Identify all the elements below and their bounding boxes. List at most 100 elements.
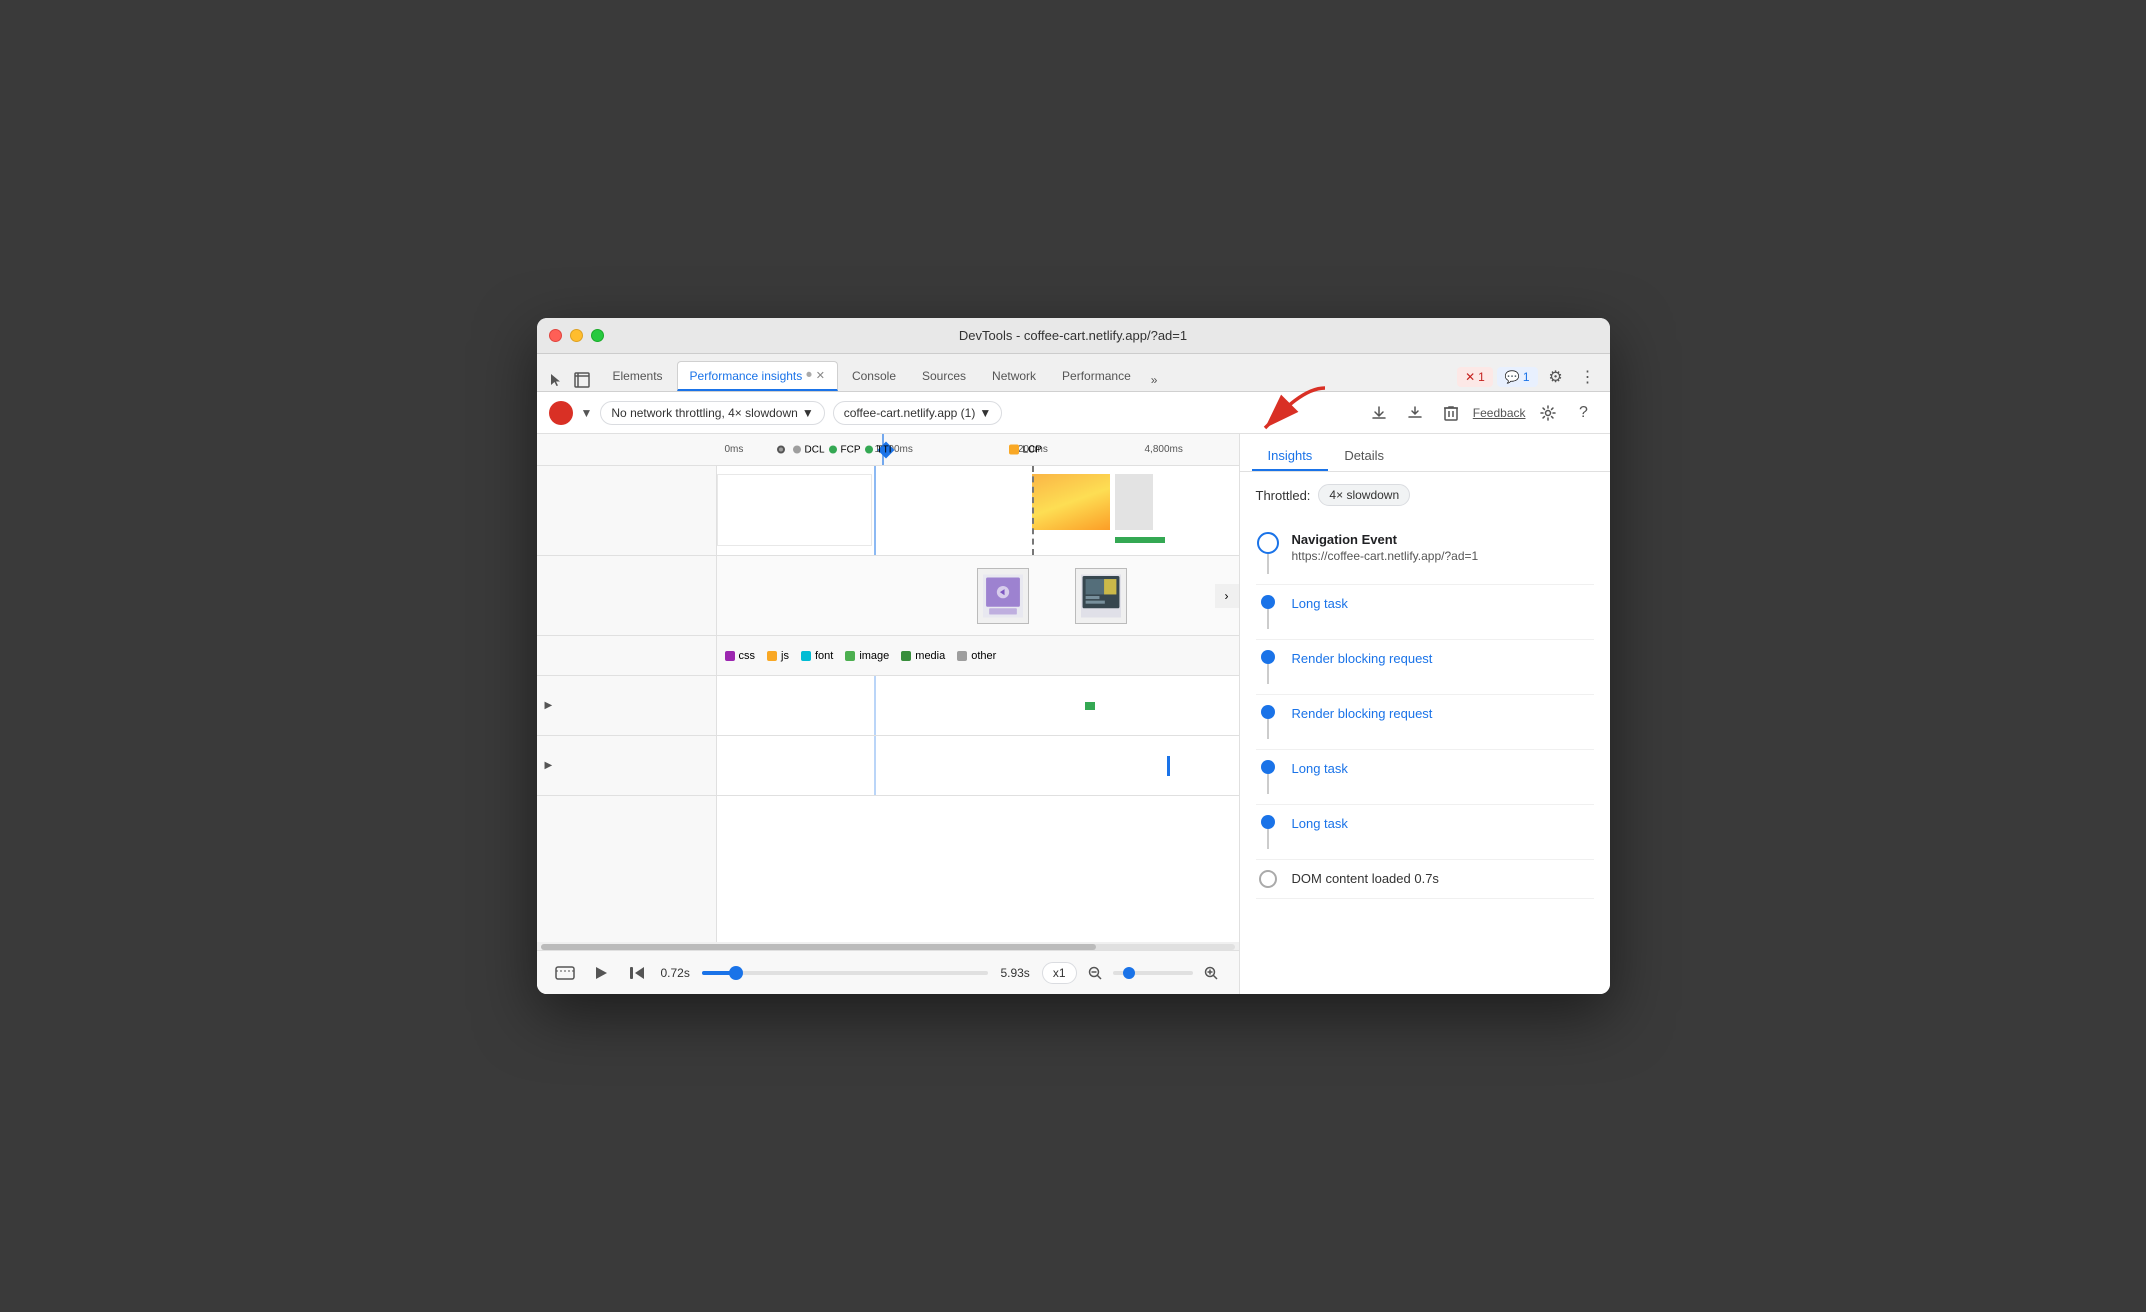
export-icon[interactable] — [1365, 399, 1393, 427]
zoom-out-icon[interactable] — [1083, 961, 1107, 985]
timeline-body: ▶ ▶ — [537, 466, 1239, 942]
tab-performance-insights[interactable]: Performance insights ⏺ ✕ — [677, 361, 838, 391]
tab-close-icon[interactable]: ✕ — [816, 369, 825, 382]
screenshot-toggle-icon[interactable] — [553, 961, 577, 985]
inspect-icon[interactable] — [571, 369, 593, 391]
tab-performance[interactable]: Performance — [1050, 361, 1143, 391]
net-resource-bar-1 — [1085, 702, 1095, 710]
expand-arrow2-icon[interactable]: ▶ — [545, 760, 553, 771]
tabs-container: Elements Performance insights ⏺ ✕ Consol… — [601, 361, 1458, 391]
help-icon[interactable]: ? — [1570, 399, 1598, 427]
label-row-filmstrip — [537, 556, 716, 636]
play-button[interactable] — [589, 961, 613, 985]
delete-icon[interactable] — [1437, 399, 1465, 427]
insight-dom-loaded: DOM content loaded 0.7s — [1256, 860, 1594, 899]
insight-text-rb1: Render blocking request — [1292, 650, 1594, 668]
render-block-2-line — [1267, 719, 1269, 739]
time-scrubber[interactable] — [702, 971, 989, 975]
timeline-panel: 0ms 1,600ms 3,200ms 4,800ms DCL — [537, 434, 1240, 994]
zoom-slider[interactable] — [1113, 971, 1193, 975]
insight-timeline-nav — [1256, 532, 1280, 574]
more-options-icon[interactable]: ⋮ — [1574, 363, 1602, 391]
legend-js: js — [767, 650, 789, 662]
net-resource-bar-2 — [1167, 756, 1170, 776]
insight-timeline-lt3 — [1256, 815, 1280, 849]
zoom-in-icon[interactable] — [1199, 961, 1223, 985]
tab-bar-left-tools — [545, 369, 593, 391]
long-task-1-line — [1267, 609, 1269, 629]
minimize-button[interactable] — [570, 329, 583, 342]
download-icon[interactable] — [1401, 399, 1429, 427]
network-row-2 — [717, 736, 1239, 796]
url-dropdown[interactable]: coffee-cart.netlify.app (1) ▼ — [833, 401, 1003, 425]
cursor-icon[interactable] — [545, 369, 567, 391]
tab-insights[interactable]: Insights — [1252, 442, 1329, 471]
message-badge-button[interactable]: 💬 1 — [1497, 367, 1538, 387]
error-badge-button[interactable]: ✕ 1 — [1457, 367, 1493, 387]
render-block-1-link[interactable]: Render blocking request — [1292, 651, 1433, 666]
title-bar: DevTools - coffee-cart.netlify.app/?ad=1 — [537, 318, 1610, 354]
js-color-dot — [767, 651, 777, 661]
filmstrip-expand-icon[interactable]: › — [1215, 584, 1239, 608]
record-indicator-icon: ⏺ — [806, 369, 812, 382]
legend-other: other — [957, 650, 996, 662]
insight-timeline-rb2 — [1256, 705, 1280, 739]
record-button[interactable] — [549, 401, 573, 425]
media-color-dot — [901, 651, 911, 661]
render-block-1-line — [1267, 664, 1269, 684]
settings2-icon[interactable] — [1534, 399, 1562, 427]
insight-text-lt1: Long task — [1292, 595, 1594, 613]
window-title: DevTools - coffee-cart.netlify.app/?ad=1 — [959, 328, 1187, 343]
timeline-header: 0ms 1,600ms 3,200ms 4,800ms DCL — [537, 434, 1239, 466]
maximize-button[interactable] — [591, 329, 604, 342]
long-task-1-link[interactable]: Long task — [1292, 596, 1348, 611]
throttling-dropdown[interactable]: No network throttling, 4× slowdown ▼ — [600, 401, 824, 425]
milestone-badges: DCL FCP TTI — [777, 444, 892, 455]
tab-network[interactable]: Network — [980, 361, 1048, 391]
zoom-level-badge: x1 — [1042, 962, 1077, 984]
tab-sources[interactable]: Sources — [910, 361, 978, 391]
main-track — [717, 466, 1239, 556]
close-button[interactable] — [549, 329, 562, 342]
insight-render-block-2: Render blocking request — [1256, 695, 1594, 750]
render-block-1-dot-icon — [1261, 650, 1275, 664]
zoom-slider-thumb[interactable] — [1123, 967, 1135, 979]
tab-elements[interactable]: Elements — [601, 361, 675, 391]
insight-text-rb2: Render blocking request — [1292, 705, 1594, 723]
main-content: 0ms 1,600ms 3,200ms 4,800ms DCL — [537, 434, 1610, 994]
timeline-scrollbar[interactable] — [537, 942, 1239, 950]
toolbar-right: Feedback ? — [1365, 399, 1598, 427]
error-icon: ✕ — [1465, 370, 1475, 384]
dom-loaded-circle-icon — [1259, 870, 1277, 888]
timeline-tracks[interactable]: › css js font — [717, 466, 1239, 942]
insight-text-lt2: Long task — [1292, 760, 1594, 778]
feedback-link[interactable]: Feedback — [1473, 406, 1526, 420]
url-chevron-icon: ▼ — [979, 406, 991, 420]
long-task-3-link[interactable]: Long task — [1292, 816, 1348, 831]
insight-timeline-rb1 — [1256, 650, 1280, 684]
long-task-2-link[interactable]: Long task — [1292, 761, 1348, 776]
timeline-labels: ▶ ▶ — [537, 466, 717, 942]
more-tabs-button[interactable]: » — [1145, 369, 1164, 391]
insight-long-task-3: Long task — [1256, 805, 1594, 860]
gray-block — [1115, 474, 1153, 530]
label-row-main — [537, 466, 716, 556]
record-dropdown-chevron-icon[interactable]: ▼ — [581, 406, 593, 420]
tab-console[interactable]: Console — [840, 361, 908, 391]
dom-loaded-label: DOM content loaded 0.7s — [1292, 871, 1439, 886]
rewind-button[interactable] — [625, 961, 649, 985]
render-block-2-link[interactable]: Render blocking request — [1292, 706, 1433, 721]
toolbar: ▼ No network throttling, 4× slowdown ▼ c… — [537, 392, 1610, 434]
settings-icon[interactable]: ⚙ — [1542, 363, 1570, 391]
expand-arrow-icon[interactable]: ▶ — [545, 700, 553, 711]
throttle-value-badge: 4× slowdown — [1318, 484, 1410, 506]
insight-text-lt3: Long task — [1292, 815, 1594, 833]
legend-font: font — [801, 650, 833, 662]
insight-long-task-1: Long task — [1256, 585, 1594, 640]
legend-media: media — [901, 650, 945, 662]
insights-list: Navigation Event https://coffee-cart.net… — [1256, 522, 1594, 899]
filmstrip-frame-1 — [977, 568, 1029, 624]
insight-text-dom: DOM content loaded 0.7s — [1292, 870, 1594, 888]
insight-timeline-dom — [1256, 870, 1280, 888]
tab-details[interactable]: Details — [1328, 442, 1400, 471]
